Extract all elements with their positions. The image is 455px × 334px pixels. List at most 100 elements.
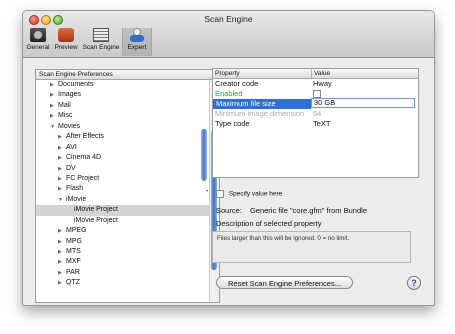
window-title: Scan Engine <box>204 14 253 24</box>
property-row-type-code[interactable]: Type code TeXT <box>213 119 418 129</box>
tree-item[interactable]: ▶ AVI <box>36 143 219 153</box>
disclosure-collapsed-icon[interactable]: ▶ <box>58 184 62 194</box>
specify-value-label: Specify value here <box>228 190 283 198</box>
property-value: TeXT <box>313 119 331 128</box>
tree-item[interactable]: ▶ MPG <box>36 237 219 247</box>
source-label: Source: <box>216 206 242 215</box>
disclosure-expanded-icon[interactable]: ▼ <box>50 122 55 132</box>
expert-icon <box>129 28 145 42</box>
enabled-checkbox[interactable] <box>313 90 321 99</box>
disclosure-collapsed-icon[interactable]: ▶ <box>50 80 54 90</box>
tree-item[interactable]: ▶ Images <box>36 90 219 100</box>
tree-item-label: Movies <box>58 122 81 130</box>
tree-item[interactable]: ▶ MXF <box>36 257 219 267</box>
tree-item[interactable]: ▶ After Effects <box>36 132 219 142</box>
tree-item-label: iMovie Project <box>74 216 118 224</box>
toolbar-scan-engine-label: Scan Engine <box>82 44 120 51</box>
disclosure-collapsed-icon[interactable]: ▶ <box>50 90 54 100</box>
toolbar-general[interactable]: General <box>25 28 51 56</box>
property-name: Maximum file size <box>213 99 311 109</box>
tree-item-label: QTZ <box>66 279 80 287</box>
tree-item-label: MPEG <box>66 227 87 235</box>
disclosure-collapsed-icon[interactable]: ▶ <box>58 247 62 257</box>
tree-item[interactable]: ▶ Flash <box>36 184 219 194</box>
tree-item-label: Mail <box>58 101 71 109</box>
toolbar-preview-label: Preview <box>54 44 78 51</box>
tree-item-label: AVI <box>66 143 77 151</box>
tree-item-label: Cinema 4D <box>66 154 102 162</box>
disclosure-collapsed-icon[interactable]: ▶ <box>58 278 62 288</box>
scan-engine-icon <box>93 28 109 42</box>
tree-item[interactable]: ▶ QTZ <box>36 278 219 288</box>
tree-item-label: iMovie Project <box>74 206 118 214</box>
tree-item-label: Documents <box>58 81 94 88</box>
property-row-creator-code[interactable]: Creator code Hway <box>213 79 418 89</box>
properties-table: Property Value Creator code Hway Enabled… <box>212 68 419 178</box>
tree-item-label: DV <box>66 164 76 172</box>
tree-item[interactable]: ▶ DV <box>36 164 219 174</box>
tree-item-label: Misc <box>58 112 73 120</box>
disclosure-collapsed-icon[interactable]: ▶ <box>58 164 62 174</box>
tree-item[interactable]: ▼ iMovie <box>36 195 219 205</box>
description-title: Description of selected property <box>216 219 322 228</box>
tree-item-label: FC Project <box>66 174 100 182</box>
toolbar-scan-engine[interactable]: Scan Engine <box>81 28 121 56</box>
disclosure-collapsed-icon[interactable]: ▶ <box>58 237 62 247</box>
tree-item[interactable]: ▶ MPEG <box>36 226 219 236</box>
tree-item[interactable]: ▼ Movies <box>36 122 219 132</box>
tree-item[interactable]: ▶ FC Project <box>36 174 219 184</box>
tree-item-label: MXF <box>66 258 81 266</box>
disclosure-collapsed-icon[interactable]: ▶ <box>50 111 54 121</box>
disclosure-collapsed-icon[interactable]: ▶ <box>58 174 62 184</box>
disclosure-collapsed-icon[interactable]: ▶ <box>58 153 62 163</box>
tree-item-label: After Effects <box>66 133 104 141</box>
disclosure-collapsed-icon[interactable]: ▶ <box>58 143 62 153</box>
source-line: Source: Generic file "core.gfm" from Bun… <box>216 206 367 215</box>
specify-value-checkbox[interactable] <box>216 190 224 198</box>
property-row-min-image-dimension[interactable]: Minimum image dimension 64 <box>213 109 418 119</box>
column-header-property[interactable]: Property <box>213 69 312 78</box>
split-handle-icon: • <box>206 189 209 195</box>
preferences-tree[interactable]: Scan Engine Preferences ▶ Documents ▶ Image… <box>35 69 220 303</box>
tree-item[interactable]: iMovie Project <box>36 216 219 226</box>
tree-item[interactable]: ▶ Misc <box>36 111 219 121</box>
disclosure-collapsed-icon[interactable]: ▶ <box>50 101 54 111</box>
disclosure-expanded-icon[interactable]: ▼ <box>58 195 63 205</box>
disclosure-collapsed-icon[interactable]: ▶ <box>58 132 62 142</box>
disclosure-collapsed-icon[interactable]: ▶ <box>58 226 62 236</box>
property-row-max-file-size[interactable]: Maximum file size 30 GB <box>213 98 418 109</box>
disclosure-collapsed-icon[interactable]: ▶ <box>58 257 62 267</box>
toolbar-preview[interactable]: Preview <box>53 28 79 56</box>
toolbar: Scan Engine General Preview Scan Engine … <box>23 11 434 58</box>
split-divider[interactable] <box>201 129 207 181</box>
tree-item-label: Flash <box>66 185 84 193</box>
description-box: Files larger than this will be ignored. … <box>212 231 411 263</box>
property-name: Enabled <box>215 89 243 98</box>
property-value: Hway <box>313 79 332 88</box>
preferences-window: Scan Engine General Preview Scan Engine … <box>22 10 435 306</box>
reset-preferences-button[interactable]: Reset Scan Engine Preferences... <box>216 276 353 289</box>
tree-item[interactable]: ▶ Documents <box>36 80 219 90</box>
properties-header: Property Value <box>213 69 418 79</box>
general-icon <box>30 28 46 42</box>
max-file-size-input[interactable]: 30 GB <box>311 98 415 108</box>
disclosure-collapsed-icon[interactable]: ▶ <box>58 268 62 278</box>
tree-item[interactable]: ▶ Mail <box>36 101 219 111</box>
property-name: Creator code <box>215 79 259 88</box>
property-name: Type code <box>215 119 250 128</box>
tree-item[interactable]: ▶ Cinema 4D <box>36 153 219 163</box>
specify-value-option[interactable]: Specify value here <box>216 190 282 198</box>
column-header-value[interactable]: Value <box>312 69 330 78</box>
tree-item-label: PAR <box>66 268 80 276</box>
toolbar-expert[interactable]: Expert <box>122 28 152 56</box>
tree-item[interactable]: ▶ PAR <box>36 268 219 278</box>
source-value: Generic file "core.gfm" from Bundle <box>249 206 367 215</box>
help-button[interactable]: ? <box>407 276 421 290</box>
tree-item[interactable]: ▶ MTS <box>36 247 219 257</box>
property-value: 64 <box>313 109 322 118</box>
tree-item-label: Images <box>58 91 81 99</box>
tree-item[interactable]: iMovie Project <box>36 205 219 216</box>
preview-icon <box>58 28 74 42</box>
tree-item-label: iMovie <box>66 195 87 203</box>
tree-header: Scan Engine Preferences <box>36 70 219 80</box>
